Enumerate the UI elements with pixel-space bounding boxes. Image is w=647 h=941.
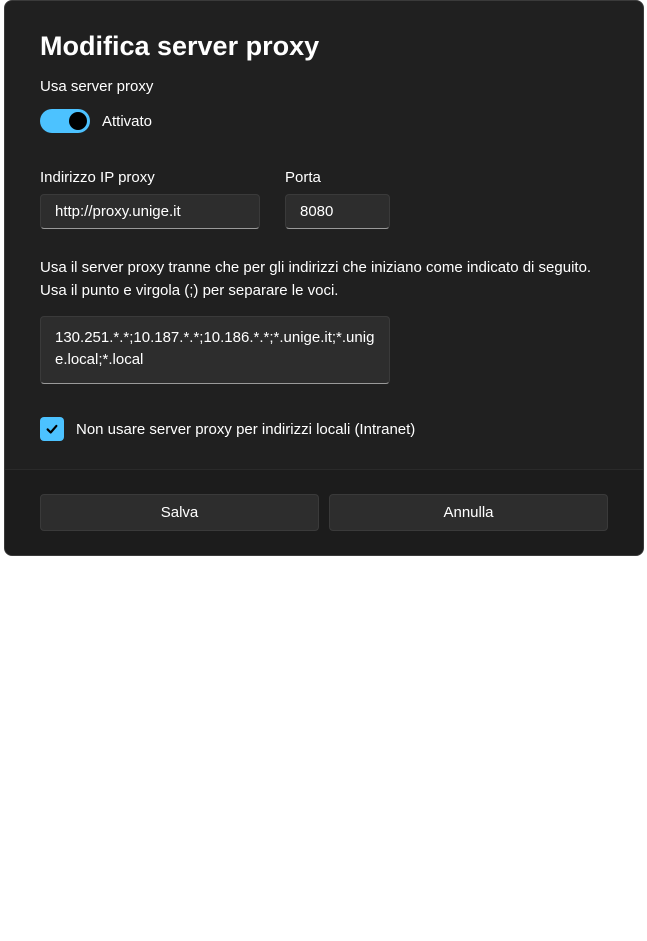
save-button[interactable]: Salva (40, 494, 319, 531)
proxy-settings-dialog: Modifica server proxy Usa server proxy A… (4, 0, 644, 556)
ip-input-group: Indirizzo IP proxy (40, 169, 260, 229)
dialog-footer: Salva Annulla (5, 469, 643, 555)
local-bypass-label: Non usare server proxy per indirizzi loc… (76, 421, 415, 438)
exceptions-textarea[interactable] (40, 316, 390, 384)
ip-label: Indirizzo IP proxy (40, 169, 260, 186)
toggle-row: Attivato (40, 109, 608, 133)
local-bypass-checkbox[interactable] (40, 417, 64, 441)
dialog-content: Modifica server proxy Usa server proxy A… (5, 1, 643, 469)
toggle-state-label: Attivato (102, 113, 152, 130)
exceptions-description: Usa il server proxy tranne che per gli i… (40, 257, 608, 302)
port-input[interactable] (285, 194, 390, 229)
input-row: Indirizzo IP proxy Porta (40, 169, 608, 229)
port-input-group: Porta (285, 169, 390, 229)
local-bypass-row: Non usare server proxy per indirizzi loc… (40, 417, 608, 441)
checkmark-icon (45, 422, 59, 436)
ip-input[interactable] (40, 194, 260, 229)
use-proxy-toggle[interactable] (40, 109, 90, 133)
dialog-title: Modifica server proxy (40, 31, 608, 62)
use-proxy-label: Usa server proxy (40, 78, 608, 95)
port-label: Porta (285, 169, 390, 186)
cancel-button[interactable]: Annulla (329, 494, 608, 531)
toggle-knob (69, 112, 87, 130)
